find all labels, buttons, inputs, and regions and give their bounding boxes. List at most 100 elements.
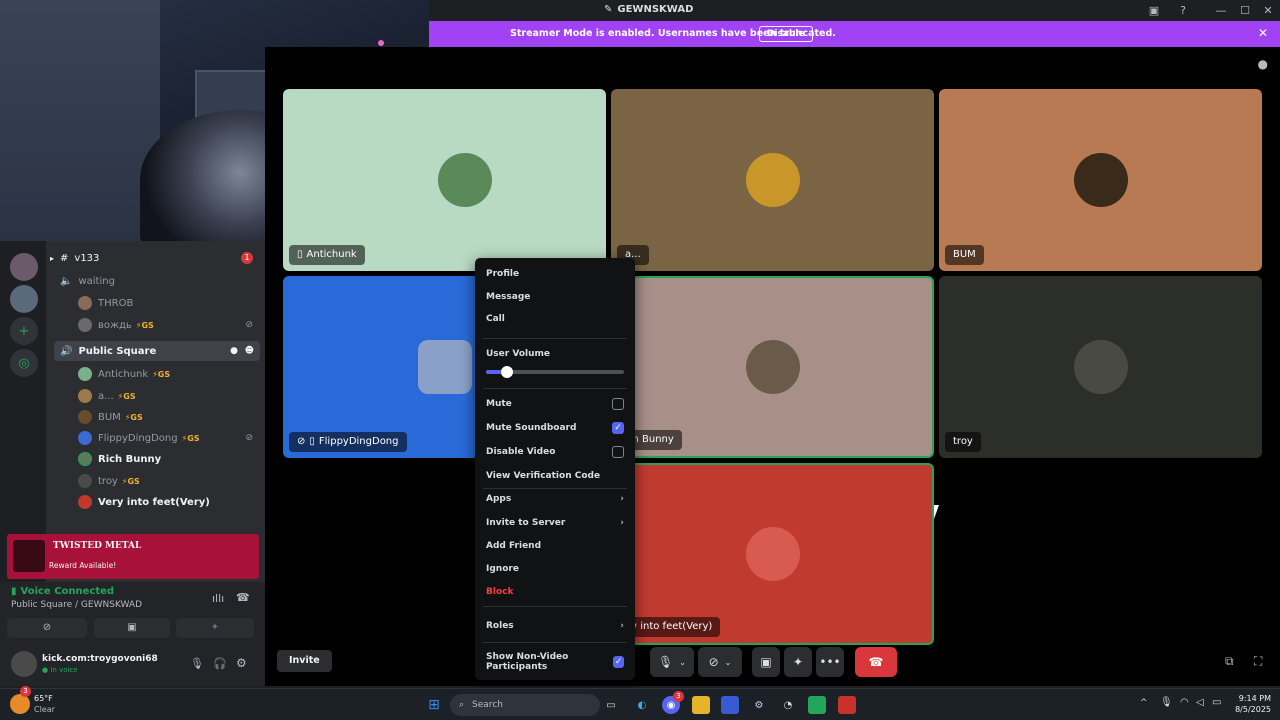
menu-divider [483, 338, 627, 339]
menu-item-profile[interactable]: Profile [486, 265, 624, 283]
screen-share-button[interactable]: ▣ [752, 647, 780, 677]
steam-icon[interactable]: ⚙ [750, 696, 768, 714]
chevron-right-icon: ▸ [50, 253, 55, 263]
channel-v133[interactable]: ▸ # v133 1 [46, 248, 265, 268]
file-explorer-icon[interactable] [692, 696, 710, 714]
disable-video-checkbox[interactable] [612, 446, 624, 458]
voice-member[interactable]: THROB [46, 293, 265, 313]
voice-member[interactable]: Antichunk ⚡GS [46, 364, 265, 384]
participant-tile-speaking[interactable]: ch Bunny [611, 276, 934, 458]
menu-item-ignore[interactable]: Ignore [486, 560, 624, 578]
participant-tile[interactable]: ▯ Antichunk [283, 89, 606, 271]
battery-icon[interactable]: ▭ [1212, 697, 1221, 708]
avatar[interactable] [11, 651, 37, 677]
channel-waiting[interactable]: 🔈 waiting [46, 271, 265, 291]
app-icon[interactable] [808, 696, 826, 714]
task-view-icon[interactable]: ▭ [602, 696, 620, 714]
server-icon-gewnskwad[interactable] [10, 285, 38, 313]
channel-public-square[interactable]: 🔊 Public Square ● ☻ [54, 341, 260, 361]
menu-item-message[interactable]: Message [486, 288, 624, 306]
screen-share-icon[interactable]: ▣ [1144, 2, 1164, 19]
disconnect-icon[interactable]: ☎ [236, 591, 250, 604]
microphone-tray-icon[interactable]: 🎙 [1160, 697, 1173, 708]
add-server-icon[interactable]: + [10, 317, 38, 345]
video-button[interactable]: ⊘ [7, 618, 87, 638]
chevron-up-icon[interactable]: ^ [1140, 698, 1148, 708]
voice-member[interactable]: вождь ⚡GS ⊘ [46, 315, 265, 335]
show-non-video-checkbox[interactable]: ✓ [613, 656, 624, 668]
participant-tile-speaking[interactable]: ry into feet(Very) [611, 463, 934, 645]
wifi-icon[interactable]: ◠ [1180, 697, 1189, 708]
menu-item-mute-soundboard[interactable]: Mute Soundboard ✓ [486, 419, 624, 437]
maximize-button[interactable]: ☐ [1235, 2, 1255, 19]
volume-icon[interactable]: ◁ [1196, 697, 1204, 708]
camera-button[interactable]: ⊘ ⌄ [698, 647, 742, 677]
close-window-button[interactable]: ✕ [1258, 2, 1278, 19]
streamer-mode-banner: Streamer Mode is enabled. Usernames have… [429, 21, 1280, 47]
participant-tile[interactable]: BUM [939, 89, 1262, 271]
user-volume-thumb[interactable] [500, 366, 513, 378]
voice-location[interactable]: Public Square / GEWNSKWAD [11, 600, 142, 610]
weather-icon[interactable] [10, 694, 30, 714]
pop-out-icon[interactable]: ⧉ [1225, 654, 1234, 669]
menu-item-view-verification-code[interactable]: View Verification Code [486, 467, 624, 485]
app-icon[interactable]: ◔ [779, 696, 797, 714]
menu-item-block[interactable]: Block [486, 583, 624, 601]
avatar [78, 431, 92, 445]
voice-member[interactable]: Rich Bunny [46, 449, 265, 469]
taskbar-search[interactable]: ⌕ Search [450, 694, 600, 716]
voice-member[interactable]: troy ⚡GS [46, 471, 265, 491]
weather-condition: Clear [34, 705, 55, 714]
add-member-icon[interactable]: ☻ [245, 346, 254, 356]
avatar [1073, 153, 1128, 207]
hang-up-icon: ☎ [868, 655, 884, 669]
mute-soundboard-checkbox[interactable]: ✓ [612, 422, 624, 434]
close-banner-icon[interactable]: ✕ [1258, 26, 1268, 40]
user-volume-slider[interactable] [486, 366, 624, 378]
menu-item-apps[interactable]: Apps › [486, 490, 624, 508]
headphones-icon[interactable]: 🎧 [213, 657, 227, 670]
menu-item-call[interactable]: Call [486, 310, 624, 328]
participant-tile[interactable]: troy [939, 276, 1262, 458]
voice-member[interactable]: a... ⚡GS [46, 386, 265, 406]
menu-item-add-friend[interactable]: Add Friend [486, 537, 624, 555]
clock-time[interactable]: 9:14 PM [1235, 694, 1271, 703]
activity-button[interactable]: ✦ [176, 618, 254, 638]
more-options-button[interactable]: ••• [816, 647, 844, 677]
voice-member[interactable]: FlippyDingDong ⚡GS ⊘ [46, 428, 265, 448]
menu-item-show-non-video[interactable]: Show Non-Video Participants ✓ [486, 652, 624, 672]
invite-button[interactable]: Invite [277, 650, 332, 672]
chat-bubble-icon[interactable]: ● [1258, 57, 1268, 71]
help-icon[interactable]: ? [1173, 2, 1193, 19]
participant-tile[interactable]: a... [611, 89, 934, 271]
clock-date[interactable]: 8/5/2025 [1229, 705, 1271, 714]
voice-member[interactable]: Very into feet(Very) [46, 492, 265, 512]
promo-banner[interactable]: TWISTED METAL Reward Available! [7, 534, 259, 579]
discover-icon[interactable]: ◎ [10, 349, 38, 377]
activity-button[interactable]: ✦ [784, 647, 812, 677]
leave-call-button[interactable]: ☎ [855, 647, 897, 677]
microphone-icon[interactable]: 🎙 [190, 657, 204, 670]
voice-member[interactable]: BUM ⚡GS [46, 407, 265, 427]
menu-item-roles[interactable]: Roles › [486, 617, 624, 635]
menu-item-mute[interactable]: Mute [486, 395, 624, 413]
disable-streamer-mode-button[interactable]: Disable [759, 26, 813, 42]
video-off-icon: ⊘ [297, 436, 306, 447]
minimize-button[interactable]: — [1211, 2, 1231, 19]
app-icon[interactable] [838, 696, 856, 714]
screen-share-button[interactable]: ▣ [94, 618, 170, 638]
mute-checkbox[interactable] [612, 398, 624, 410]
gear-icon[interactable]: ⚙ [236, 656, 247, 670]
server-icon[interactable] [10, 253, 38, 281]
microphone-button[interactable]: 🎙 ⌄ [650, 647, 694, 677]
menu-item-invite-to-server[interactable]: Invite to Server › [486, 514, 624, 532]
windows-start-icon[interactable]: ⊞ [425, 696, 443, 714]
fullscreen-icon[interactable]: ⛶ [1254, 654, 1262, 669]
menu-item-disable-video[interactable]: Disable Video [486, 443, 624, 461]
chat-icon[interactable]: ● [230, 346, 238, 356]
menu-item-user-volume: User Volume [486, 349, 550, 359]
edge-icon[interactable]: ◐ [633, 696, 651, 714]
noise-suppression-icon[interactable]: ıllı [212, 592, 224, 605]
avatar [78, 452, 92, 466]
store-icon[interactable] [721, 696, 739, 714]
